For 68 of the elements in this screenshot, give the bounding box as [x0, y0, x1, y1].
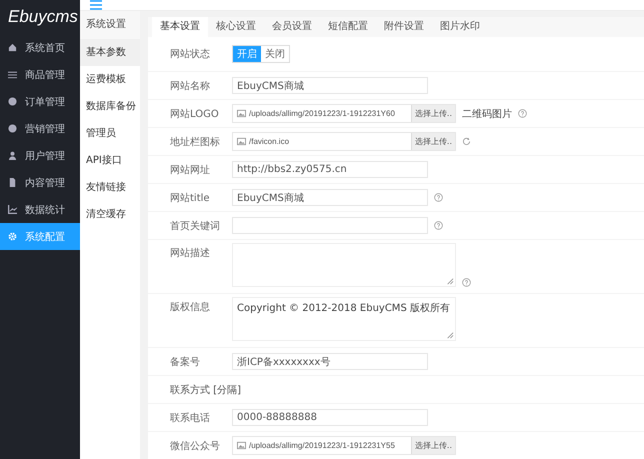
field-label: 地址栏图标: [169, 136, 221, 148]
settings-icon: [8, 232, 17, 241]
nav-item[interactable]: 订单管理: [0, 88, 80, 115]
text-area[interactable]: [232, 243, 456, 287]
document-icon: [8, 178, 17, 187]
input-field[interactable]: 浙ICP备xxxxxxxx号: [232, 353, 428, 370]
field-label: 首页关键词: [169, 220, 221, 232]
section-heading: 联系方式 [分隔]: [169, 384, 241, 396]
field-label: 网站状态: [169, 48, 211, 61]
tab[interactable]: 核心设置: [208, 17, 264, 37]
home-icon: [8, 43, 17, 52]
upload-button[interactable]: 选择上传..: [410, 133, 455, 150]
input-field[interactable]: 0000-88888888: [232, 409, 428, 426]
circle-icon: [8, 124, 17, 133]
file-path: /favicon.ico: [249, 137, 290, 146]
submenu-item[interactable]: 数据库备份: [80, 93, 140, 120]
submenu-item[interactable]: API接口: [80, 147, 140, 174]
circle-icon: [8, 97, 17, 106]
file-path: /uploads/allimg/20191223/1-1912231Y55: [249, 441, 396, 450]
nav-item[interactable]: 用户管理: [0, 142, 80, 169]
nav-item[interactable]: 营销管理: [0, 115, 80, 142]
resize-handle-icon: [445, 330, 454, 339]
input-field[interactable]: http://bbs2.zy0575.cn: [232, 161, 428, 178]
image-icon: [237, 137, 246, 146]
logo: Ebuycms: [7, 6, 79, 28]
submenu-item[interactable]: 友情链接: [80, 174, 140, 201]
input-field[interactable]: EbuyCMS商城: [232, 189, 428, 206]
text-value: Copyright © 2012-2018 EbuyCMS 版权所有: [237, 303, 450, 314]
note-text: 二维码图片: [462, 108, 512, 120]
field-label: 网站LOGO: [169, 108, 220, 120]
file-field[interactable]: /favicon.ico 选择上传..: [232, 132, 456, 151]
list-icon: [8, 70, 17, 79]
menu-heading: 系统设置: [80, 11, 140, 39]
field-label: 网站名称: [169, 80, 211, 92]
resize-handle-icon: [445, 276, 454, 285]
user-icon: [8, 151, 17, 160]
tab[interactable]: 图片水印: [432, 17, 488, 37]
field-label: 联系电话: [169, 412, 211, 424]
chart-icon: [8, 205, 17, 214]
field-label: 网站描述: [169, 246, 211, 260]
text-area[interactable]: Copyright © 2012-2018 EbuyCMS 版权所有: [232, 297, 456, 341]
tab[interactable]: 短信配置: [320, 17, 376, 37]
submenu-item[interactable]: 清空缓存: [80, 201, 140, 228]
input-field[interactable]: EbuyCMS商城: [232, 77, 428, 94]
tab[interactable]: 会员设置: [264, 17, 320, 37]
field-label: 备案号: [169, 356, 201, 368]
nav-item[interactable]: 数据统计: [0, 196, 80, 223]
submenu-item[interactable]: 管理员: [80, 120, 140, 147]
nav-item[interactable]: 系统首页: [0, 34, 80, 61]
field-label: 微信公众号: [169, 440, 221, 452]
nav-item[interactable]: 商品管理: [0, 61, 80, 88]
field-label: 版权信息: [169, 300, 211, 314]
upload-button[interactable]: 选择上传..: [410, 437, 455, 454]
input-field[interactable]: [232, 217, 428, 234]
image-icon: [237, 441, 246, 450]
image-icon: [237, 109, 246, 118]
tab[interactable]: 基本设置: [152, 17, 208, 37]
menu-icon[interactable]: [90, 0, 102, 10]
file-path: /uploads/allimg/20191223/1-1912231Y60: [249, 109, 396, 118]
nav-item[interactable]: 内容管理: [0, 169, 80, 196]
submenu-item[interactable]: 基本参数: [80, 39, 140, 66]
upload-button[interactable]: 选择上传..: [410, 105, 455, 122]
submenu-item[interactable]: 运费模板: [80, 66, 140, 93]
tab[interactable]: 附件设置: [376, 17, 432, 37]
file-field[interactable]: /uploads/allimg/20191223/1-1912231Y55 选择上传..: [232, 436, 456, 455]
file-field[interactable]: /uploads/allimg/20191223/1-1912231Y60 选择上传..: [232, 104, 456, 123]
field-label: 网站网址: [169, 164, 211, 176]
field-label: 网站title: [169, 192, 211, 204]
